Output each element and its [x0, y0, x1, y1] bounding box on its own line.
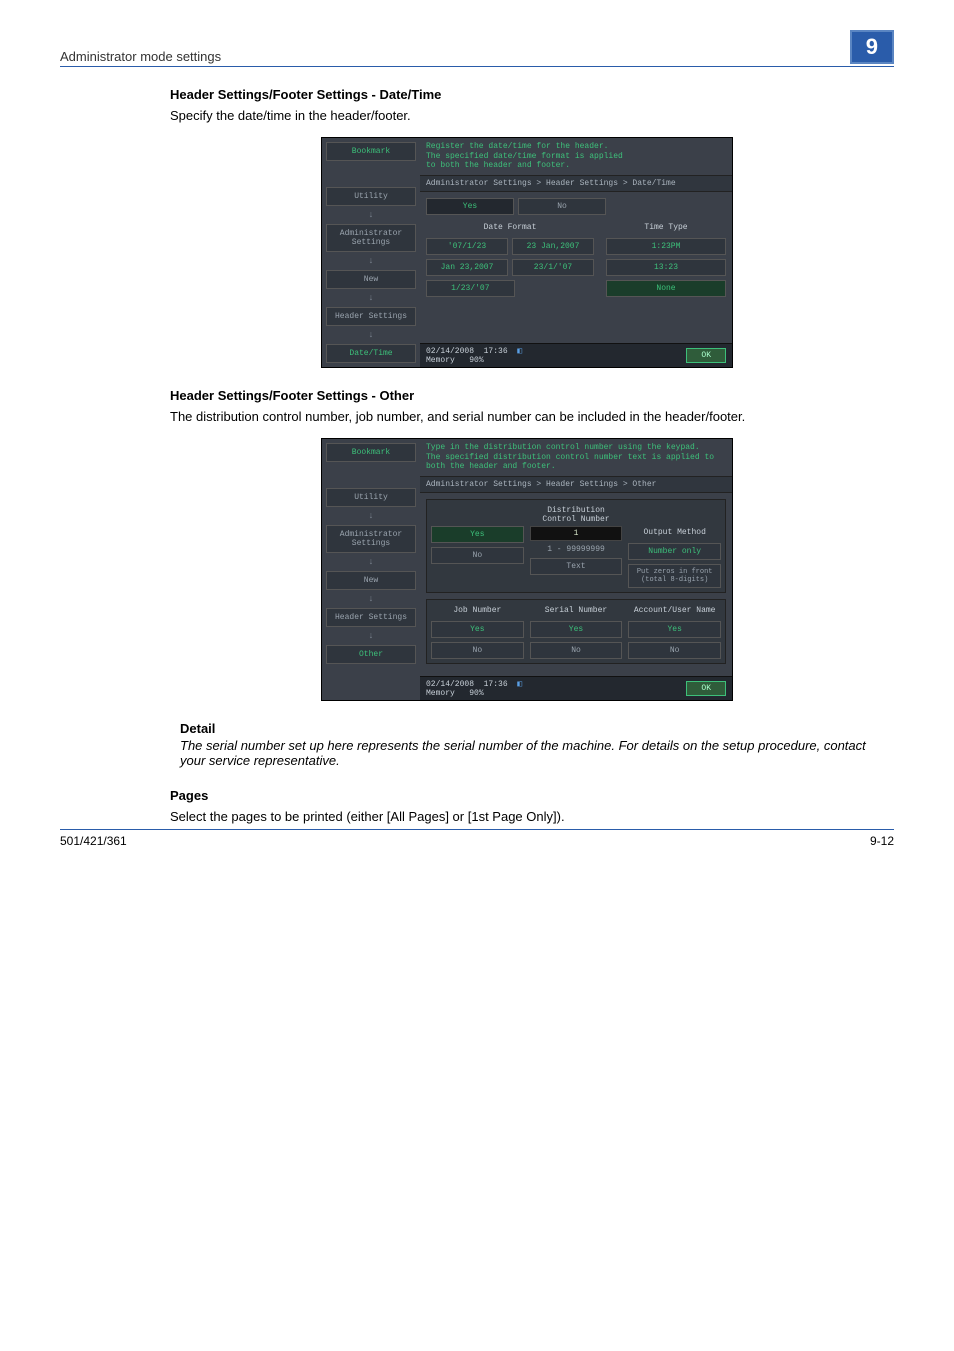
tab-no[interactable]: No — [518, 198, 606, 215]
nav-header-settings[interactable]: Header Settings — [326, 608, 416, 627]
output-method-label: Output Method — [628, 526, 721, 539]
breadcrumb: Administrator Settings > Header Settings… — [420, 476, 732, 493]
screenshot-datetime: Bookmark Utility ↓ Administrator Setting… — [321, 137, 733, 368]
date-opt[interactable]: 1/23/'07 — [426, 280, 515, 297]
footer-right: 9-12 — [870, 834, 894, 848]
nav-other[interactable]: Other — [326, 645, 416, 664]
screenshot-other: Bookmark Utility ↓ Administrator Setting… — [321, 438, 733, 701]
dcn-value[interactable]: 1 — [530, 526, 623, 541]
ok-button[interactable]: OK — [686, 681, 726, 696]
page-footer: 501/421/361 9-12 — [60, 829, 894, 848]
job-yes[interactable]: Yes — [431, 621, 524, 638]
date-opt[interactable]: 23/1/'07 — [512, 259, 594, 276]
breadcrumb: Administrator Settings > Header Settings… — [420, 175, 732, 192]
dcn-label: Distribution Control Number — [431, 504, 721, 526]
nav-utility[interactable]: Utility — [326, 187, 416, 206]
col-date-format: Date Format — [426, 221, 594, 234]
status-text: 02/14/2008 17:36 ◧ Memory 90% — [426, 679, 522, 698]
col-serial: Serial Number — [530, 604, 623, 617]
nav-new[interactable]: New — [326, 270, 416, 289]
section-datetime-body: Specify the date/time in the header/foot… — [170, 108, 884, 123]
header-title: Administrator mode settings — [60, 49, 221, 64]
serial-no[interactable]: No — [530, 642, 623, 659]
nav-bookmark[interactable]: Bookmark — [326, 142, 416, 161]
nav-admin[interactable]: Administrator Settings — [326, 224, 416, 252]
nav-utility[interactable]: Utility — [326, 488, 416, 507]
acct-yes[interactable]: Yes — [628, 621, 721, 638]
detail-label: Detail — [180, 721, 884, 736]
nav-admin[interactable]: Administrator Settings — [326, 525, 416, 553]
text-button[interactable]: Text — [530, 558, 623, 575]
section-pages-title: Pages — [170, 788, 884, 803]
nav-new[interactable]: New — [326, 571, 416, 590]
detail-body: The serial number set up here represents… — [180, 738, 884, 768]
section-pages-body: Select the pages to be printed (either [… — [170, 809, 884, 824]
page-header: Administrator mode settings 9 — [60, 30, 894, 67]
arrow-down-icon: ↓ — [326, 631, 416, 641]
date-opt[interactable]: Jan 23,2007 — [426, 259, 508, 276]
nav-header-settings[interactable]: Header Settings — [326, 307, 416, 326]
time-opt-none[interactable]: None — [606, 280, 726, 297]
chapter-badge: 9 — [850, 30, 894, 64]
job-no[interactable]: No — [431, 642, 524, 659]
dcn-no[interactable]: No — [431, 547, 524, 564]
time-opt[interactable]: 13:23 — [606, 259, 726, 276]
dcn-yes[interactable]: Yes — [431, 526, 524, 543]
status-text: 02/14/2008 17:36 ◧ Memory 90% — [426, 346, 522, 365]
output-number-only[interactable]: Number only — [628, 543, 721, 560]
arrow-down-icon: ↓ — [326, 511, 416, 521]
section-other-title: Header Settings/Footer Settings - Other — [170, 388, 884, 403]
section-datetime-title: Header Settings/Footer Settings - Date/T… — [170, 87, 884, 102]
footer-left: 501/421/361 — [60, 834, 127, 848]
col-account: Account/User Name — [628, 604, 721, 617]
instructions: Type in the distribution control number … — [420, 439, 732, 476]
time-opt[interactable]: 1:23PM — [606, 238, 726, 255]
col-job: Job Number — [431, 604, 524, 617]
arrow-down-icon: ↓ — [326, 293, 416, 303]
arrow-down-icon: ↓ — [326, 557, 416, 567]
nav-datetime[interactable]: Date/Time — [326, 344, 416, 363]
acct-no[interactable]: No — [628, 642, 721, 659]
col-time-type: Time Type — [606, 221, 726, 234]
date-opt[interactable]: '07/1/23 — [426, 238, 508, 255]
nav-bookmark[interactable]: Bookmark — [326, 443, 416, 462]
section-other-body: The distribution control number, job num… — [170, 409, 884, 424]
tab-yes[interactable]: Yes — [426, 198, 514, 215]
arrow-down-icon: ↓ — [326, 256, 416, 266]
arrow-down-icon: ↓ — [326, 330, 416, 340]
arrow-down-icon: ↓ — [326, 594, 416, 604]
ok-button[interactable]: OK — [686, 348, 726, 363]
instructions: Register the date/time for the header. T… — [420, 138, 732, 175]
serial-yes[interactable]: Yes — [530, 621, 623, 638]
date-opt[interactable]: 23 Jan,2007 — [512, 238, 594, 255]
output-zeros[interactable]: Put zeros in front (total 8-digits) — [628, 564, 721, 588]
arrow-down-icon: ↓ — [326, 210, 416, 220]
dcn-range: 1 - 99999999 — [530, 545, 623, 554]
